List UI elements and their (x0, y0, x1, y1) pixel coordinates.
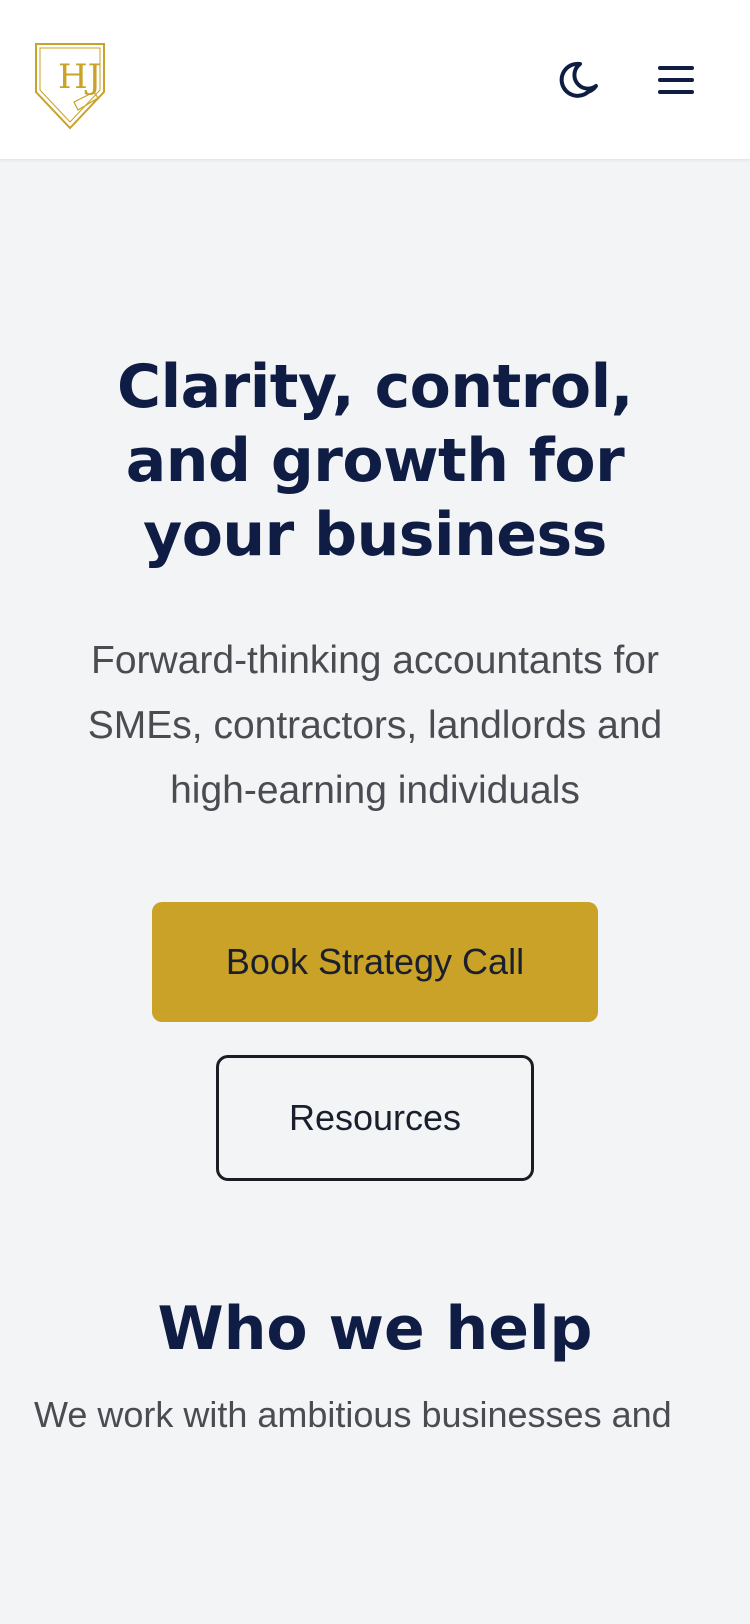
hamburger-menu-icon (658, 66, 694, 94)
book-strategy-call-button[interactable]: Book Strategy Call (152, 902, 598, 1022)
resources-button[interactable]: Resources (216, 1055, 534, 1181)
moon-icon (559, 61, 598, 98)
hero-subtitle: Forward-thinking accountants for SMEs, c… (87, 639, 663, 812)
hero-title: Clarity, control, and growth for your bu… (117, 352, 633, 570)
logo-shield-icon: HJ (35, 43, 105, 130)
theme-toggle-button[interactable] (556, 56, 604, 104)
who-we-help-title: Who we help (157, 1294, 593, 1364)
site-header: HJ (0, 0, 750, 160)
menu-button[interactable] (652, 56, 700, 104)
who-we-help-intro: We work with ambitious businesses and (34, 1394, 672, 1435)
brand-logo[interactable]: HJ (34, 42, 106, 130)
logo-monogram: HJ (58, 57, 101, 97)
